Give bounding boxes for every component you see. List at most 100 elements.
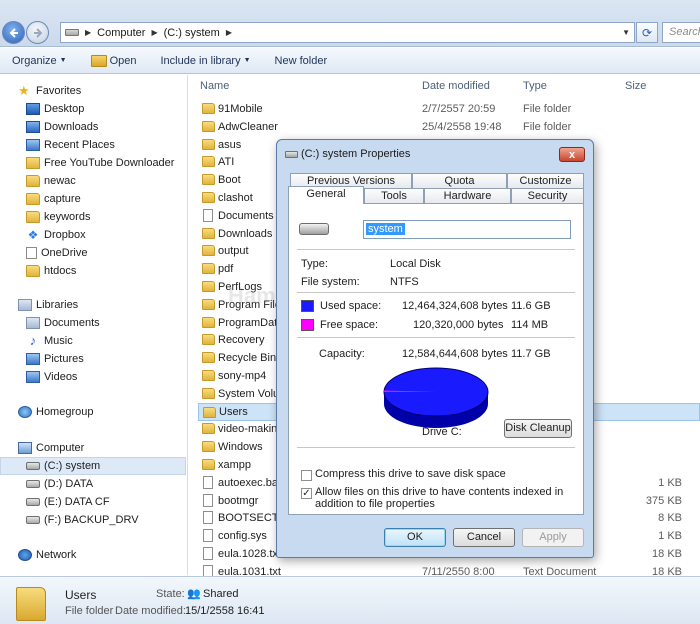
drive-icon bbox=[26, 516, 40, 524]
folder-icon bbox=[202, 245, 215, 257]
nav-item-htdocs[interactable]: htdocs bbox=[26, 262, 212, 280]
date-modified-value: 15/1/2558 16:41 bbox=[185, 605, 265, 617]
nav-item-videos[interactable]: Videos bbox=[26, 368, 212, 386]
file-name: video-makin bbox=[218, 423, 278, 436]
folder-icon bbox=[202, 459, 215, 470]
organize-button[interactable]: Organize ▼ bbox=[0, 55, 79, 67]
column-header-name[interactable]: Name bbox=[200, 75, 229, 97]
file-name: 91Mobile bbox=[218, 103, 263, 115]
file-name: eula.1028.txt bbox=[218, 548, 281, 560]
drive-icon bbox=[285, 151, 298, 158]
divider bbox=[297, 337, 575, 338]
tab-general[interactable]: General bbox=[288, 186, 364, 204]
nav-item-dropbox[interactable]: ❖ Dropbox bbox=[26, 226, 212, 244]
folder-icon bbox=[202, 138, 215, 150]
folder-icon bbox=[202, 352, 215, 364]
nav-item-music[interactable]: ♪ Music bbox=[26, 332, 212, 350]
compress-checkbox[interactable] bbox=[301, 470, 312, 481]
file-row[interactable]: AdwCleaner 25/4/2558 19:48 File folder bbox=[198, 118, 700, 136]
folder-icon bbox=[16, 587, 46, 621]
arrow-left-icon bbox=[9, 28, 18, 38]
nav-item-newac[interactable]: newac bbox=[26, 172, 212, 190]
chevron-right-icon[interactable]: ▶ bbox=[85, 28, 91, 37]
nav-item-onedrive[interactable]: OneDrive bbox=[26, 244, 212, 262]
cancel-button[interactable]: Cancel bbox=[453, 528, 515, 547]
apply-button[interactable]: Apply bbox=[522, 528, 584, 547]
divider bbox=[297, 447, 575, 448]
tab-tools[interactable]: Tools bbox=[364, 188, 424, 203]
ok-button[interactable]: OK bbox=[384, 528, 446, 547]
free-space-bytes: 120,320,000 bytes bbox=[413, 319, 504, 331]
nav-item-drive-f[interactable]: (F:) BACKUP_DRV bbox=[26, 511, 212, 529]
nav-label: htdocs bbox=[44, 265, 77, 277]
used-space-gb: 11.6 GB bbox=[511, 300, 551, 312]
index-checkbox[interactable]: ✓ bbox=[301, 488, 312, 499]
column-header-size[interactable]: Size bbox=[625, 75, 646, 97]
disk-cleanup-button[interactable]: Disk Cleanup bbox=[504, 419, 572, 438]
nav-item-pictures[interactable]: Pictures bbox=[26, 350, 212, 368]
selected-item-name: Users bbox=[65, 588, 97, 602]
nav-item-keywords[interactable]: keywords bbox=[26, 208, 212, 226]
nav-item-drive-c[interactable]: (C:) system bbox=[0, 457, 186, 475]
tab-customize[interactable]: Customize bbox=[507, 173, 584, 188]
file-name: clashot bbox=[218, 192, 253, 204]
back-button[interactable] bbox=[2, 21, 25, 44]
free-space-mb: 114 MB bbox=[511, 319, 549, 331]
nav-item-downloads[interactable]: Downloads bbox=[26, 118, 212, 136]
nav-computer[interactable]: Computer bbox=[18, 439, 204, 457]
nav-label: Pictures bbox=[44, 353, 84, 365]
new-folder-button[interactable]: New folder bbox=[263, 55, 340, 67]
chevron-right-icon[interactable]: ▶ bbox=[151, 28, 157, 37]
divider bbox=[297, 292, 575, 293]
breadcrumb-computer[interactable]: Computer bbox=[97, 27, 145, 39]
nav-homegroup[interactable]: Homegroup bbox=[18, 403, 204, 421]
tab-quota[interactable]: Quota bbox=[412, 173, 507, 188]
open-button[interactable]: Open bbox=[79, 54, 149, 67]
folder-icon bbox=[26, 157, 40, 169]
tab-hardware[interactable]: Hardware bbox=[424, 188, 511, 203]
refresh-button[interactable]: ⟳ bbox=[636, 22, 658, 43]
nav-item-drive-e[interactable]: (E:) DATA CF bbox=[26, 493, 212, 511]
nav-item-capture[interactable]: capture bbox=[26, 190, 212, 208]
file-row[interactable]: 91Mobile 2/7/2557 20:59 File folder bbox=[198, 100, 700, 118]
chevron-right-icon[interactable]: ▶ bbox=[226, 28, 232, 37]
file-name: pdf bbox=[218, 263, 234, 276]
nav-network[interactable]: Network bbox=[18, 546, 204, 564]
nav-label: Documents bbox=[44, 317, 100, 329]
include-in-library-button[interactable]: Include in library ▼ bbox=[149, 55, 263, 67]
nav-favorites[interactable]: ★ Favorites bbox=[18, 82, 204, 100]
chevron-down-icon: ▼ bbox=[59, 57, 67, 64]
folder-icon bbox=[26, 265, 40, 277]
desktop-icon bbox=[26, 103, 40, 115]
nav-label: Dropbox bbox=[44, 229, 86, 241]
chevron-down-icon[interactable]: ▼ bbox=[622, 28, 630, 37]
column-header-type[interactable]: Type bbox=[523, 75, 547, 97]
nav-label: (C:) system bbox=[44, 460, 101, 472]
drive-name-input[interactable]: system bbox=[363, 220, 571, 239]
drive-name-value: system bbox=[366, 223, 405, 235]
nav-libraries[interactable]: Libraries bbox=[18, 296, 204, 314]
tab-security[interactable]: Security bbox=[511, 188, 584, 203]
column-header-date[interactable]: Date modified bbox=[422, 75, 490, 97]
folder-icon bbox=[202, 423, 215, 435]
file-name: Users bbox=[219, 405, 248, 418]
breadcrumb-drive[interactable]: (C:) system bbox=[164, 27, 220, 39]
type-value: Local Disk bbox=[390, 258, 441, 270]
capacity-bytes: 12,584,644,608 bytes bbox=[402, 348, 508, 360]
file-icon bbox=[203, 493, 213, 507]
drive-label: Drive C: bbox=[422, 426, 462, 438]
search-input[interactable]: Search bbox=[662, 22, 700, 43]
nav-item-recent-places[interactable]: Recent Places bbox=[26, 136, 212, 154]
drive-icon bbox=[26, 498, 40, 506]
nav-item-drive-d[interactable]: (D:) DATA bbox=[26, 475, 212, 493]
nav-item-free-youtube-downloader[interactable]: Free YouTube Downloader bbox=[26, 154, 212, 172]
file-size: 1 KB bbox=[658, 530, 682, 543]
nav-item-desktop[interactable]: Desktop bbox=[26, 100, 212, 118]
nav-item-documents[interactable]: Documents bbox=[26, 314, 212, 332]
address-field[interactable]: ▶ Computer ▶ (C:) system ▶ ▼ bbox=[60, 22, 635, 43]
forward-button[interactable] bbox=[26, 21, 49, 44]
address-bar: ▶ Computer ▶ (C:) system ▶ ▼ ⟳ Search bbox=[0, 0, 700, 47]
used-space-label: Used space: bbox=[320, 300, 382, 312]
close-button[interactable]: x bbox=[559, 147, 585, 162]
videos-icon bbox=[26, 371, 40, 383]
